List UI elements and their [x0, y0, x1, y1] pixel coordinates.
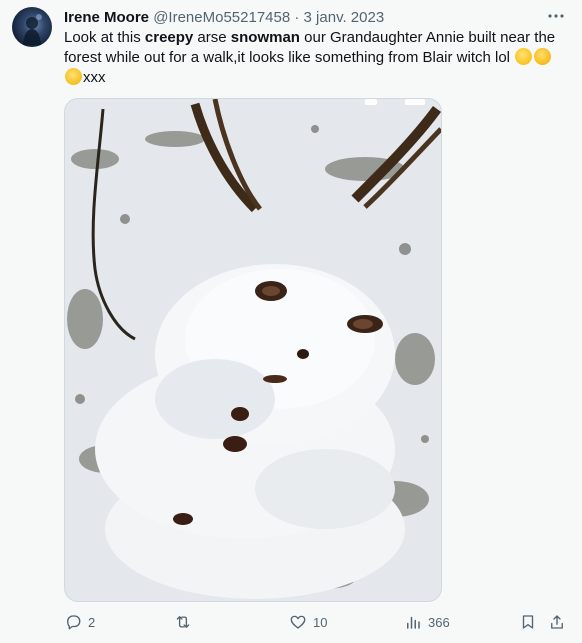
tweet-media-image[interactable]: [64, 98, 442, 602]
text-bold: snowman: [230, 29, 300, 46]
tweet-header: Irene Moore @IreneMo55217458 · 3 janv. 2…: [64, 8, 384, 28]
author-name[interactable]: Irene Moore: [64, 9, 149, 26]
like-count: 10: [313, 614, 328, 630]
heart-icon: [290, 615, 306, 629]
share-button[interactable]: [548, 610, 566, 634]
astonished-face-icon: [65, 68, 82, 85]
bookmark-button[interactable]: [519, 610, 537, 634]
more-options-icon[interactable]: [546, 6, 566, 26]
text-bold: creepy: [144, 29, 194, 46]
separator-dot: ·: [294, 9, 300, 26]
tweet-date[interactable]: 3 janv. 2023: [304, 9, 385, 26]
reply-count: 2: [88, 614, 96, 630]
like-button[interactable]: 10: [289, 610, 327, 634]
views-count: 366: [428, 614, 450, 630]
tweet-actions: 2 10 366: [64, 610, 566, 634]
reply-button[interactable]: 2: [64, 610, 95, 634]
tweet[interactable]: Irene Moore @IreneMo55217458 · 3 janv. 2…: [0, 0, 582, 643]
tweet-text: Look at this creepy arse snowman our Gra…: [64, 28, 566, 88]
share-icon: [551, 615, 563, 629]
text-part: Look at this: [64, 29, 145, 46]
analytics-bar-icon: [407, 616, 420, 629]
retweet-icon: [176, 616, 190, 628]
bookmark-icon: [522, 615, 534, 629]
views-button[interactable]: 366: [404, 610, 450, 634]
text-part: arse: [193, 29, 231, 46]
avatar[interactable]: [12, 7, 52, 47]
author-handle[interactable]: @IreneMo55217458: [153, 9, 290, 26]
text-part: xxx: [83, 69, 106, 86]
face-with-tears-of-joy-icon: [534, 48, 552, 65]
face-with-rolling-eyes-icon: [515, 48, 533, 65]
reply-icon: [67, 615, 81, 630]
retweet-button[interactable]: [174, 610, 198, 634]
